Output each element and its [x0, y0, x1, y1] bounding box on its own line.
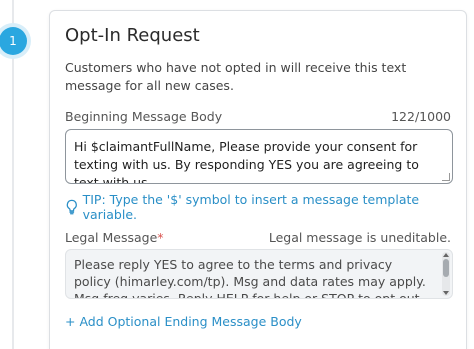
scroll-up-icon[interactable]: [443, 253, 449, 257]
opt-in-step: 1 Opt-In Request Customers who have not …: [0, 0, 474, 349]
beginning-message-text: Hi $claimantFullName, Please provide you…: [74, 139, 419, 184]
step-number: 1: [9, 34, 17, 48]
template-tip: TIP: Type the '$' symbol to insert a mes…: [65, 192, 466, 222]
legal-message-note: Legal message is uneditable.: [268, 230, 451, 245]
legal-message-label: Legal Message*: [65, 230, 164, 245]
opt-in-request-card: Opt-In Request Customers who have not op…: [49, 10, 467, 349]
beginning-message-label: Beginning Message Body: [65, 109, 223, 124]
required-marker: *: [157, 230, 164, 245]
add-ending-message-button[interactable]: + Add Optional Ending Message Body: [65, 314, 302, 329]
card-description: Customers who have not opted in will rec…: [65, 60, 407, 93]
character-counter: 122/1000: [391, 109, 451, 124]
beginning-message-textarea[interactable]: Hi $claimantFullName, Please provide you…: [65, 129, 453, 184]
resize-handle[interactable]: [442, 173, 450, 181]
lightbulb-icon: [66, 199, 77, 215]
legal-message-text: Please reply YES to agree to the terms a…: [74, 257, 426, 299]
legal-message-label-text: Legal Message: [65, 230, 158, 245]
legal-message-textarea: Please reply YES to agree to the terms a…: [65, 249, 453, 299]
scroll-thumb[interactable]: [443, 259, 449, 277]
tip-text: TIP: Type the '$' symbol to insert a mes…: [82, 192, 420, 222]
legal-message-scrollbar[interactable]: [442, 252, 450, 296]
step-number-badge: 1: [0, 27, 27, 55]
card-title: Opt-In Request: [65, 25, 200, 46]
scroll-down-icon[interactable]: [443, 291, 449, 295]
